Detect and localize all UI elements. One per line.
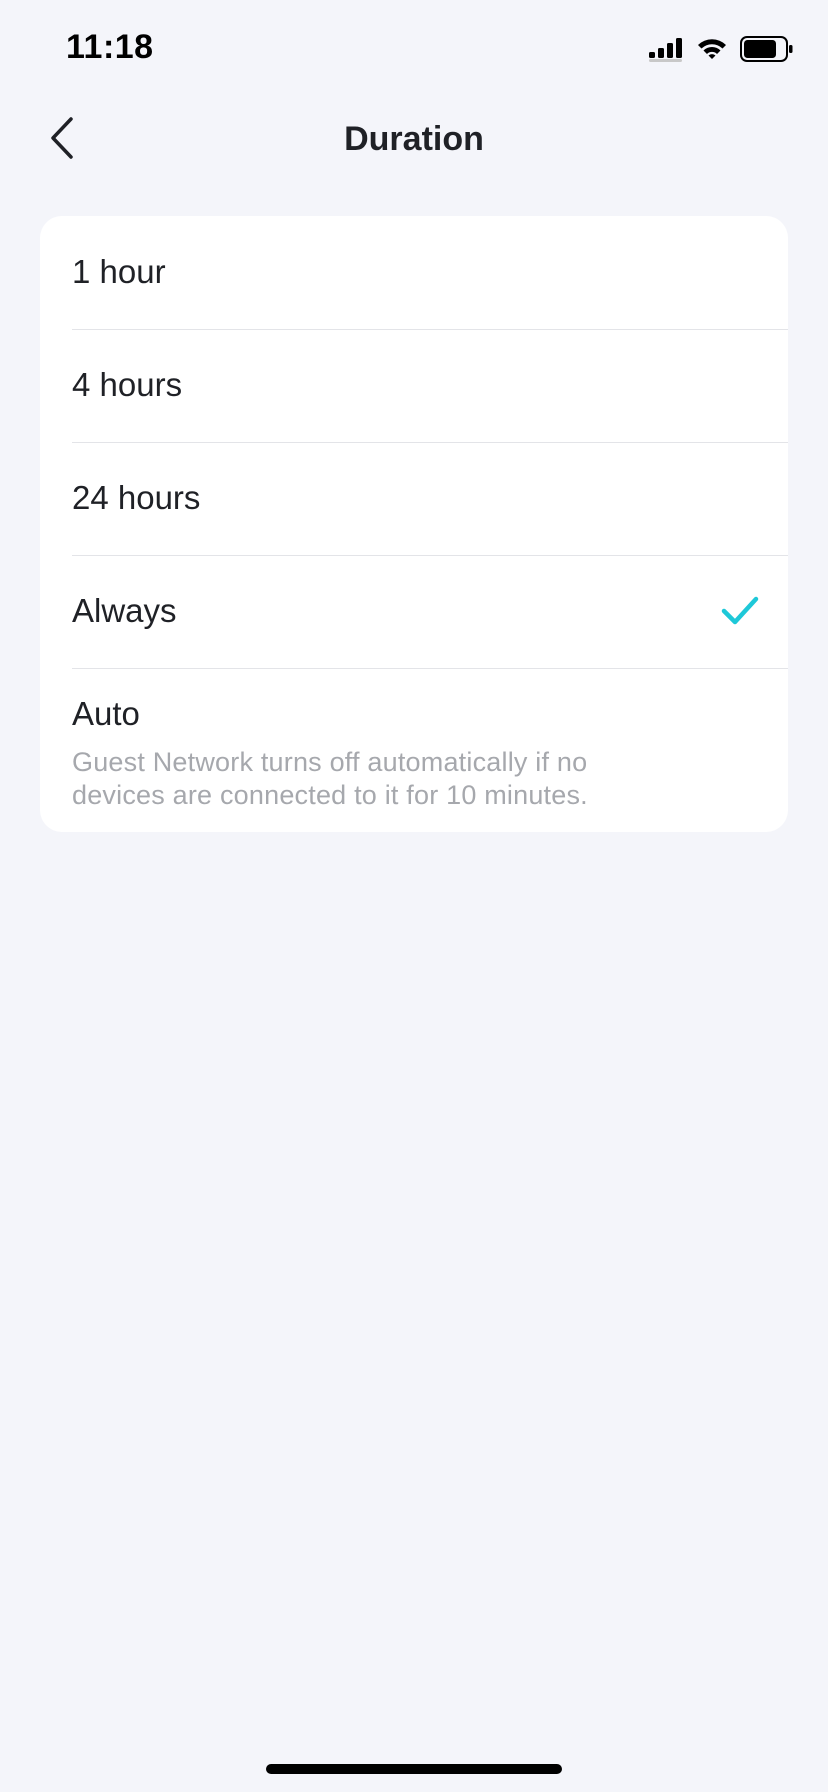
page-title: Duration (344, 120, 484, 158)
option-4-hours[interactable]: 4 hours (40, 329, 788, 442)
duration-options-list: 1 hour 4 hours 24 hours Always Auto Gues… (40, 216, 788, 832)
option-label: Auto (72, 695, 140, 732)
option-label: Always (72, 592, 177, 629)
checkmark-icon (720, 593, 760, 629)
option-label: 24 hours (72, 479, 201, 516)
status-bar: 11:18 (0, 0, 828, 100)
cellular-signal-icon (648, 36, 684, 67)
nav-bar: Duration (0, 100, 828, 180)
option-24-hours[interactable]: 24 hours (40, 442, 788, 555)
option-description: Guest Network turns off automatically if… (72, 747, 588, 810)
status-icons (648, 36, 794, 67)
battery-icon (740, 36, 794, 67)
option-always[interactable]: Always (40, 555, 788, 668)
home-indicator (266, 1764, 562, 1774)
battery-fill (744, 40, 776, 58)
option-1-hour[interactable]: 1 hour (40, 216, 788, 329)
option-label: 4 hours (72, 366, 183, 403)
wifi-icon (696, 37, 728, 66)
option-label: 1 hour (72, 253, 166, 290)
status-time: 11:18 (66, 28, 154, 66)
option-auto[interactable]: Auto Guest Network turns off automatical… (40, 668, 788, 832)
